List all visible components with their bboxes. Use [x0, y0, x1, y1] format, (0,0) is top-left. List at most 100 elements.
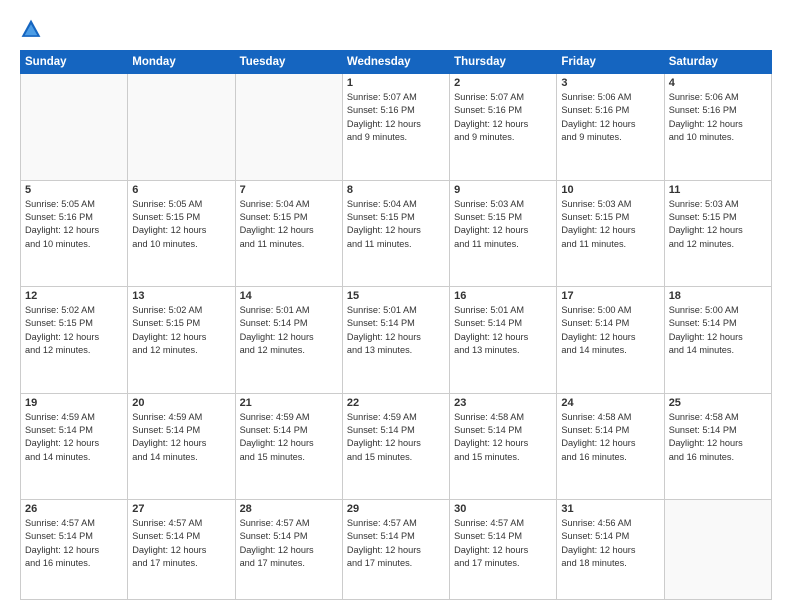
- day-info: Sunrise: 4:59 AM Sunset: 5:14 PM Dayligh…: [132, 411, 230, 464]
- calendar-cell: 26 Sunrise: 4:57 AM Sunset: 5:14 PM Dayli…: [21, 500, 128, 600]
- day-info: Sunrise: 5:02 AM Sunset: 5:15 PM Dayligh…: [25, 304, 123, 357]
- day-info: Sunrise: 5:03 AM Sunset: 5:15 PM Dayligh…: [669, 198, 767, 251]
- day-info: Sunrise: 5:06 AM Sunset: 5:16 PM Dayligh…: [669, 91, 767, 144]
- day-info: Sunrise: 5:03 AM Sunset: 5:15 PM Dayligh…: [561, 198, 659, 251]
- day-of-week-header: Sunday: [21, 51, 128, 74]
- calendar-cell: 20 Sunrise: 4:59 AM Sunset: 5:14 PM Dayli…: [128, 393, 235, 500]
- calendar-cell: 16 Sunrise: 5:01 AM Sunset: 5:14 PM Dayli…: [450, 287, 557, 394]
- day-info: Sunrise: 5:01 AM Sunset: 5:14 PM Dayligh…: [454, 304, 552, 357]
- calendar-cell: 25Sunrise: 4:58 AM Sunset: 5:14 PM Dayli…: [664, 393, 771, 500]
- day-info: Sunrise: 4:59 AM Sunset: 5:14 PM Dayligh…: [347, 411, 445, 464]
- calendar-cell: 10 Sunrise: 5:03 AM Sunset: 5:15 PM Dayli…: [557, 180, 664, 287]
- calendar-cell: 7Sunrise: 5:04 AM Sunset: 5:15 PM Daylig…: [235, 180, 342, 287]
- calendar-cell: 19Sunrise: 4:59 AM Sunset: 5:14 PM Dayli…: [21, 393, 128, 500]
- page: SundayMondayTuesdayWednesdayThursdayFrid…: [0, 0, 792, 612]
- calendar-cell: 2Sunrise: 5:07 AM Sunset: 5:16 PM Daylig…: [450, 74, 557, 181]
- calendar-cell: 3 Sunrise: 5:06 AM Sunset: 5:16 PM Daylig…: [557, 74, 664, 181]
- calendar-cell: 24 Sunrise: 4:58 AM Sunset: 5:14 PM Dayli…: [557, 393, 664, 500]
- day-number: 26: [25, 503, 123, 515]
- calendar-cell: [128, 74, 235, 181]
- day-info: Sunrise: 4:57 AM Sunset: 5:14 PM Dayligh…: [454, 517, 552, 570]
- day-info: Sunrise: 4:58 AM Sunset: 5:14 PM Dayligh…: [561, 411, 659, 464]
- day-info: Sunrise: 5:03 AM Sunset: 5:15 PM Dayligh…: [454, 198, 552, 251]
- calendar-week-row: 1 Sunrise: 5:07 AM Sunset: 5:16 PM Daylig…: [21, 74, 772, 181]
- day-info: Sunrise: 5:04 AM Sunset: 5:15 PM Dayligh…: [240, 198, 338, 251]
- calendar-cell: 15 Sunrise: 5:01 AM Sunset: 5:14 PM Dayli…: [342, 287, 449, 394]
- calendar-cell: 6 Sunrise: 5:05 AM Sunset: 5:15 PM Daylig…: [128, 180, 235, 287]
- day-info: Sunrise: 5:00 AM Sunset: 5:14 PM Dayligh…: [561, 304, 659, 357]
- day-number: 22: [347, 397, 445, 409]
- calendar-cell: 27 Sunrise: 4:57 AM Sunset: 5:14 PM Dayli…: [128, 500, 235, 600]
- day-number: 29: [347, 503, 445, 515]
- day-number: 12: [25, 290, 123, 302]
- calendar-cell: 1 Sunrise: 5:07 AM Sunset: 5:16 PM Daylig…: [342, 74, 449, 181]
- calendar-cell: 13 Sunrise: 5:02 AM Sunset: 5:15 PM Dayli…: [128, 287, 235, 394]
- day-of-week-header: Tuesday: [235, 51, 342, 74]
- logo-icon: [20, 18, 42, 40]
- calendar-cell: 21Sunrise: 4:59 AM Sunset: 5:14 PM Dayli…: [235, 393, 342, 500]
- calendar-cell: 18 Sunrise: 5:00 AM Sunset: 5:14 PM Dayli…: [664, 287, 771, 394]
- day-number: 10: [561, 184, 659, 196]
- day-of-week-header: Wednesday: [342, 51, 449, 74]
- day-number: 17: [561, 290, 659, 302]
- day-number: 14: [240, 290, 338, 302]
- day-of-week-header: Thursday: [450, 51, 557, 74]
- day-number: 6: [132, 184, 230, 196]
- calendar-cell: 4 Sunrise: 5:06 AM Sunset: 5:16 PM Daylig…: [664, 74, 771, 181]
- calendar-week-row: 5Sunrise: 5:05 AM Sunset: 5:16 PM Daylig…: [21, 180, 772, 287]
- day-number: 18: [669, 290, 767, 302]
- day-info: Sunrise: 5:07 AM Sunset: 5:16 PM Dayligh…: [347, 91, 445, 144]
- calendar-cell: [664, 500, 771, 600]
- day-info: Sunrise: 4:58 AM Sunset: 5:14 PM Dayligh…: [669, 411, 767, 464]
- calendar-cell: 28 Sunrise: 4:57 AM Sunset: 5:14 PM Dayli…: [235, 500, 342, 600]
- day-info: Sunrise: 5:01 AM Sunset: 5:14 PM Dayligh…: [347, 304, 445, 357]
- day-number: 1: [347, 77, 445, 89]
- calendar-cell: 11 Sunrise: 5:03 AM Sunset: 5:15 PM Dayli…: [664, 180, 771, 287]
- day-number: 4: [669, 77, 767, 89]
- day-number: 31: [561, 503, 659, 515]
- calendar-cell: 29 Sunrise: 4:57 AM Sunset: 5:14 PM Dayli…: [342, 500, 449, 600]
- day-info: Sunrise: 4:59 AM Sunset: 5:14 PM Dayligh…: [240, 411, 338, 464]
- day-info: Sunrise: 4:57 AM Sunset: 5:14 PM Dayligh…: [25, 517, 123, 570]
- calendar-cell: 12 Sunrise: 5:02 AM Sunset: 5:15 PM Dayli…: [21, 287, 128, 394]
- day-info: Sunrise: 4:58 AM Sunset: 5:14 PM Dayligh…: [454, 411, 552, 464]
- calendar-cell: 8Sunrise: 5:04 AM Sunset: 5:15 PM Daylig…: [342, 180, 449, 287]
- calendar-week-row: 26 Sunrise: 4:57 AM Sunset: 5:14 PM Dayli…: [21, 500, 772, 600]
- day-info: Sunrise: 5:05 AM Sunset: 5:15 PM Dayligh…: [132, 198, 230, 251]
- day-number: 19: [25, 397, 123, 409]
- day-number: 28: [240, 503, 338, 515]
- calendar-cell: 9 Sunrise: 5:03 AM Sunset: 5:15 PM Daylig…: [450, 180, 557, 287]
- day-number: 13: [132, 290, 230, 302]
- day-number: 15: [347, 290, 445, 302]
- day-info: Sunrise: 5:02 AM Sunset: 5:15 PM Dayligh…: [132, 304, 230, 357]
- day-number: 9: [454, 184, 552, 196]
- calendar-header-row: SundayMondayTuesdayWednesdayThursdayFrid…: [21, 51, 772, 74]
- day-number: 5: [25, 184, 123, 196]
- calendar-cell: 30Sunrise: 4:57 AM Sunset: 5:14 PM Dayli…: [450, 500, 557, 600]
- logo: [20, 18, 46, 40]
- calendar-cell: 22 Sunrise: 4:59 AM Sunset: 5:14 PM Dayli…: [342, 393, 449, 500]
- day-number: 11: [669, 184, 767, 196]
- day-number: 3: [561, 77, 659, 89]
- day-number: 27: [132, 503, 230, 515]
- calendar-week-row: 19 Sunrise: 4:59 AM Sunset: 5:14 PM Dayli…: [21, 393, 772, 500]
- day-of-week-header: Friday: [557, 51, 664, 74]
- day-info: Sunrise: 5:06 AM Sunset: 5:16 PM Dayligh…: [561, 91, 659, 144]
- day-info: Sunrise: 4:57 AM Sunset: 5:14 PM Dayligh…: [240, 517, 338, 570]
- calendar-week-row: 12 Sunrise: 5:02 AM Sunset: 5:15 PM Dayli…: [21, 287, 772, 394]
- day-of-week-header: Monday: [128, 51, 235, 74]
- day-info: Sunrise: 5:01 AM Sunset: 5:14 PM Dayligh…: [240, 304, 338, 357]
- calendar-cell: 31 Sunrise: 4:56 AM Sunset: 5:14 PM Dayli…: [557, 500, 664, 600]
- day-number: 16: [454, 290, 552, 302]
- day-number: 24: [561, 397, 659, 409]
- day-info: Sunrise: 5:00 AM Sunset: 5:14 PM Dayligh…: [669, 304, 767, 357]
- calendar-cell: 17 Sunrise: 5:00 AM Sunset: 5:14 PM Dayli…: [557, 287, 664, 394]
- day-info: Sunrise: 4:57 AM Sunset: 5:14 PM Dayligh…: [347, 517, 445, 570]
- calendar-cell: [235, 74, 342, 181]
- day-info: Sunrise: 4:57 AM Sunset: 5:14 PM Dayligh…: [132, 517, 230, 570]
- day-number: 20: [132, 397, 230, 409]
- day-info: Sunrise: 4:56 AM Sunset: 5:14 PM Dayligh…: [561, 517, 659, 570]
- day-info: Sunrise: 5:07 AM Sunset: 5:16 PM Dayligh…: [454, 91, 552, 144]
- day-number: 23: [454, 397, 552, 409]
- calendar-cell: [21, 74, 128, 181]
